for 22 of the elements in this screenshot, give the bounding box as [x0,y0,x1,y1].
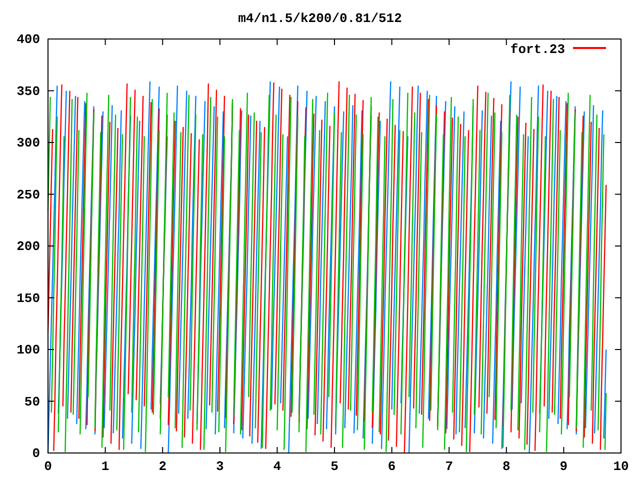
y-tick-label: 100 [16,342,40,358]
y-tick-label: 50 [24,394,40,410]
chart-title: m4/n1.5/k200/0.81/512 [238,11,402,26]
y-tick-label: 0 [32,446,40,461]
y-tick-label: 300 [16,136,40,150]
x-tick-label: 10 [613,459,629,474]
x-tick-label: 4 [273,459,282,474]
y-tick-label: 150 [16,290,40,306]
y-tick-label: 200 [16,239,40,254]
x-tick-label: 3 [216,459,224,474]
x-tick-label: 6 [388,459,396,474]
y-tick-label: 400 [16,32,40,47]
x-tick-label: 8 [502,459,510,474]
x-tick-label: 7 [445,459,453,474]
legend-label: fort.23 [510,42,565,57]
x-tick-label: 2 [158,459,166,474]
x-tick-label: 9 [560,459,568,474]
x-tick-label: 1 [101,459,110,474]
y-tick-label: 250 [16,187,40,202]
y-tick-label: 350 [16,84,40,99]
x-tick-label: 0 [44,459,52,474]
x-tick-label: 5 [330,459,338,474]
